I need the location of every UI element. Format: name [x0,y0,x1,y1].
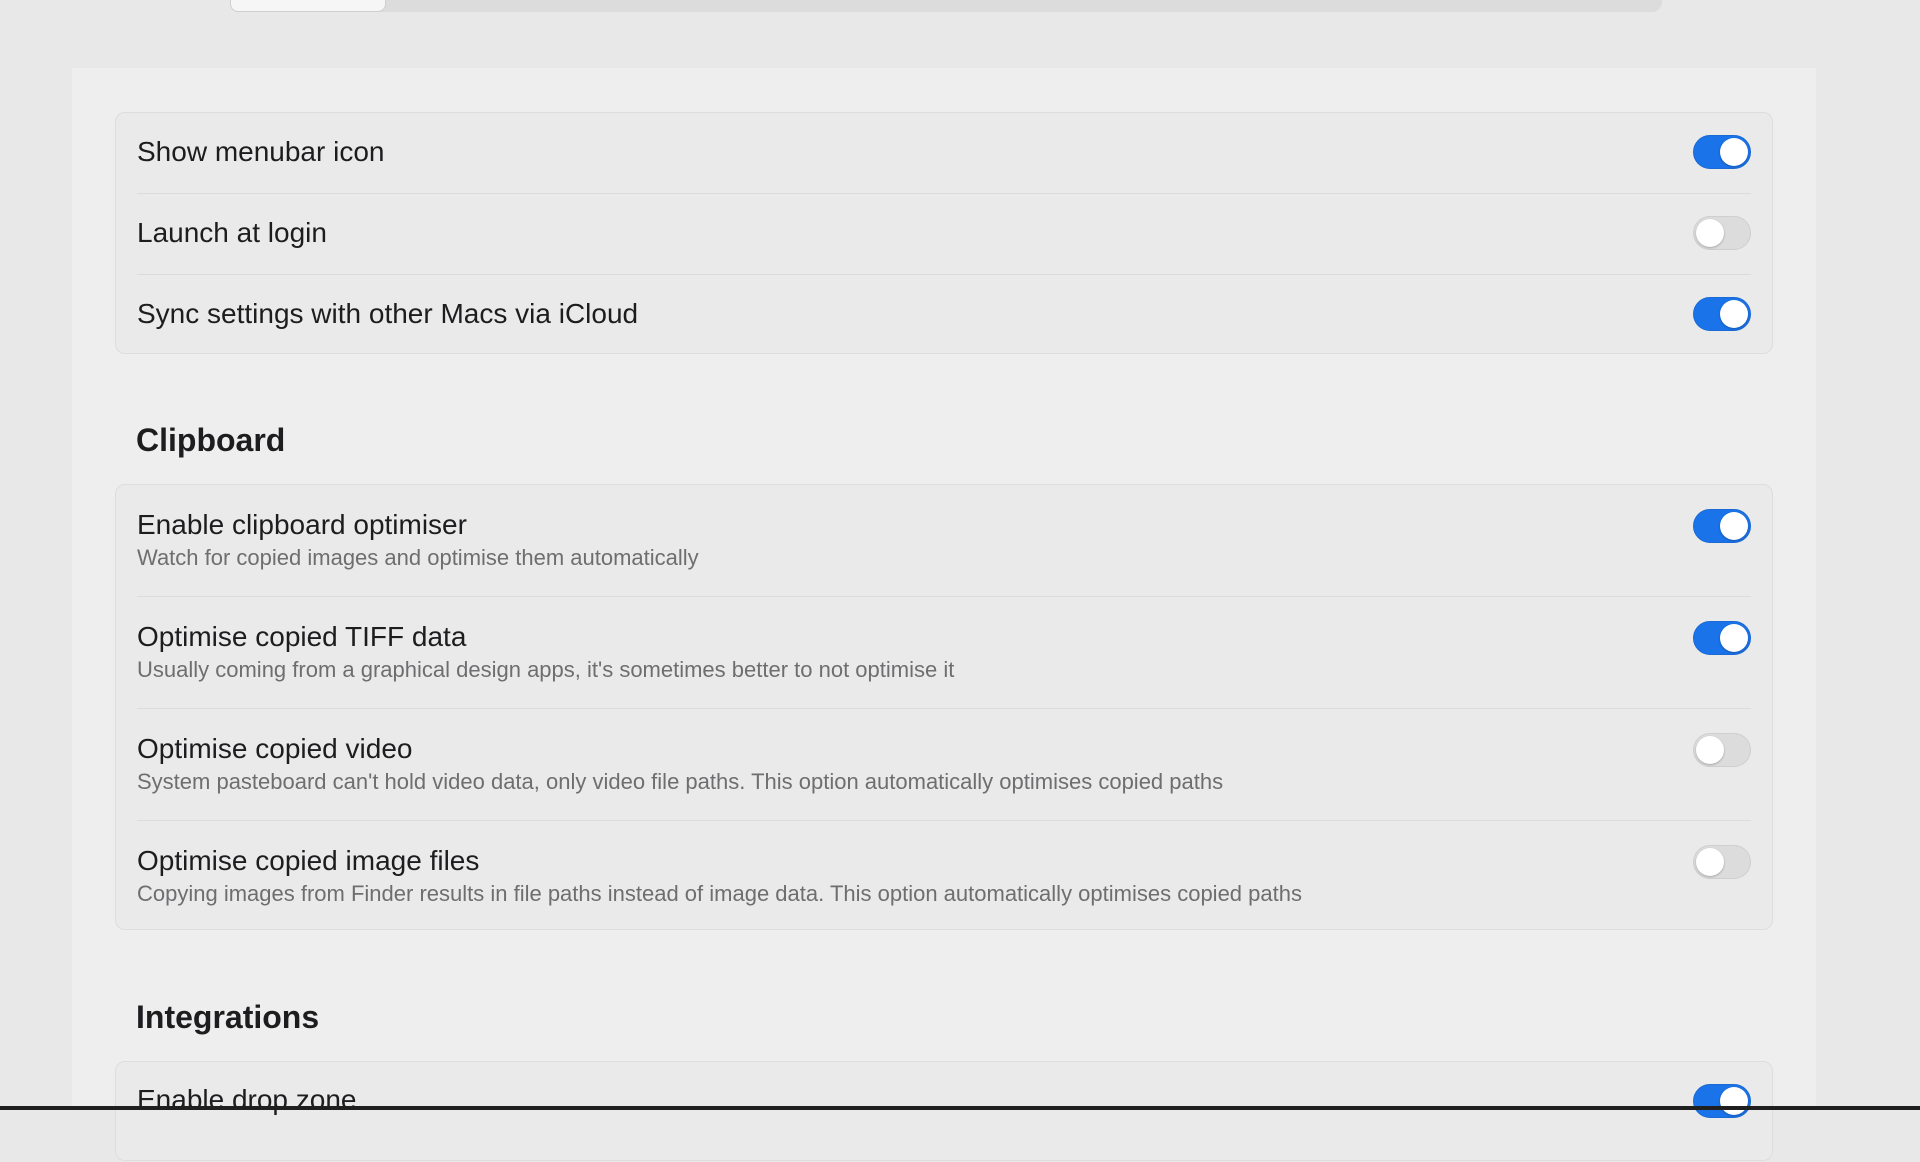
clipboard-group: Enable clipboard optimiser Watch for cop… [115,484,1773,930]
row-subtitle: Watch for copied images and optimise the… [137,545,699,570]
row-title: Optimise copied video [137,733,413,764]
row-optimise-video: Optimise copied video System pasteboard … [137,709,1751,821]
enable-clipboard-optimiser-toggle[interactable] [1693,509,1751,543]
toggle-knob [1696,219,1724,247]
toggle-knob [1720,300,1748,328]
toggle-knob [1720,1087,1748,1115]
integrations-heading: Integrations [136,999,320,1035]
clipboard-heading: Clipboard [136,422,286,458]
tab-general-active[interactable] [230,0,386,12]
row-launch-at-login: Launch at login [137,194,1751,275]
row-title: Enable clipboard optimiser [137,509,467,540]
toggle-knob [1720,512,1748,540]
window-bottom-edge [0,1106,1920,1110]
row-title: Launch at login [137,217,327,248]
row-enable-clipboard-optimiser: Enable clipboard optimiser Watch for cop… [137,485,1751,597]
row-title: Optimise copied image files [137,845,480,876]
optimise-video-toggle[interactable] [1693,733,1751,767]
toggle-knob [1720,624,1748,652]
integrations-group: Enable drop zone [115,1061,1773,1161]
row-title: Optimise copied TIFF data [137,621,467,652]
row-title: Show menubar icon [137,136,385,167]
optimise-image-files-toggle[interactable] [1693,845,1751,879]
row-enable-drop-zone: Enable drop zone [137,1062,1751,1162]
toggle-knob [1696,848,1724,876]
settings-tab-bar [230,0,1662,12]
row-sync-icloud: Sync settings with other Macs via iCloud [137,275,1751,355]
row-optimise-tiff: Optimise copied TIFF data Usually coming… [137,597,1751,709]
enable-drop-zone-toggle[interactable] [1693,1084,1751,1118]
toggle-knob [1720,138,1748,166]
launch-at-login-toggle[interactable] [1693,216,1751,250]
general-group: Show menubar icon Launch at login Sync s… [115,112,1773,354]
row-title: Enable drop zone [137,1084,357,1115]
row-optimise-image-files: Optimise copied image files Copying imag… [137,821,1751,931]
row-show-menubar-icon: Show menubar icon [137,113,1751,194]
optimise-tiff-toggle[interactable] [1693,621,1751,655]
toggle-knob [1696,736,1724,764]
row-subtitle: Copying images from Finder results in fi… [137,881,1302,906]
row-subtitle: System pasteboard can't hold video data,… [137,769,1224,794]
row-title: Sync settings with other Macs via iCloud [137,298,639,329]
show-menubar-icon-toggle[interactable] [1693,135,1751,169]
sync-icloud-toggle[interactable] [1693,297,1751,331]
row-subtitle: Usually coming from a graphical design a… [137,657,955,682]
